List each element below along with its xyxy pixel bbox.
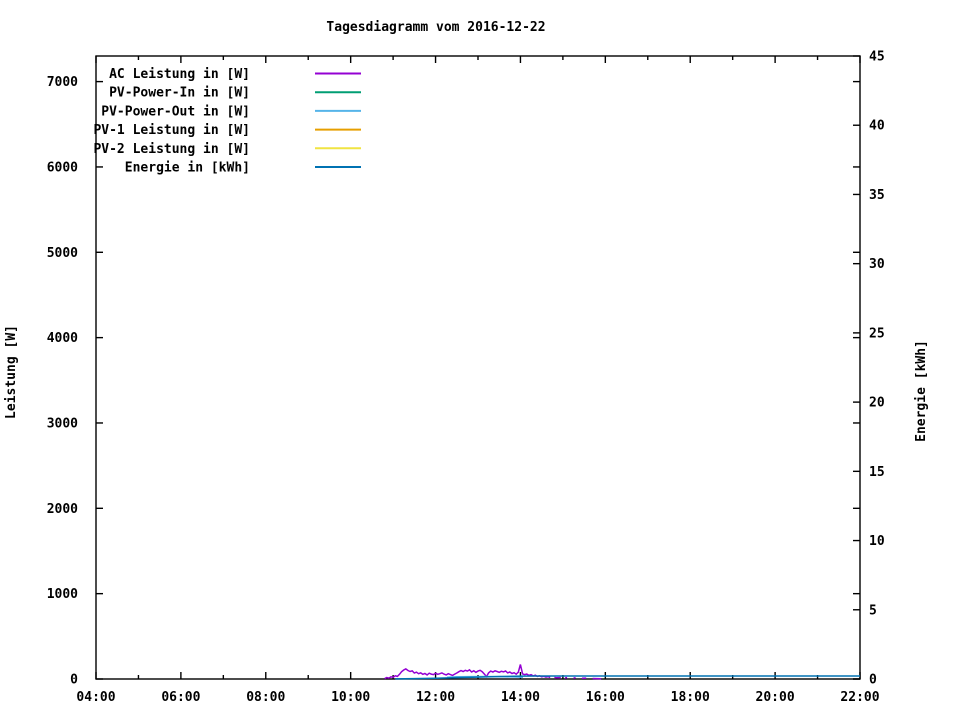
y-tick-label: 5000 <box>47 246 78 261</box>
x-tick-label: 14:00 <box>501 690 540 705</box>
x-tick-label: 16:00 <box>586 690 625 705</box>
legend-label: PV-1 Leistung in [W] <box>93 123 250 138</box>
y-tick-label: 3000 <box>47 416 78 431</box>
y-tick-label: 7000 <box>47 75 78 90</box>
y2-tick-label: 25 <box>869 326 885 341</box>
y2-tick-label: 5 <box>869 603 877 618</box>
legend-label: AC Leistung in [W] <box>109 67 250 82</box>
x-tick-label: 08:00 <box>246 690 285 705</box>
chart-page: 04:00 06:00 08:00 10:00 12:00 14:00 16:00 18:00… <box>0 0 960 720</box>
y-tick-label: 2000 <box>47 502 78 517</box>
y2-axis-label: Energie [kWh] <box>914 340 929 442</box>
y2-tick-label: 10 <box>869 534 885 549</box>
legend-label: Energie in [kWh] <box>125 161 250 176</box>
legend-label: PV-Power-In in [W] <box>109 86 250 101</box>
x-tick-label: 06:00 <box>161 690 200 705</box>
y-tick-label: 4000 <box>47 331 78 346</box>
y2-tick-label: 15 <box>869 465 885 480</box>
series-group <box>384 664 860 680</box>
legend: AC Leistung in [W] PV-Power-In in [W] PV-P… <box>93 67 361 176</box>
y2-tick-label: 45 <box>869 50 885 65</box>
tagesdiagramm-chart: 04:00 06:00 08:00 10:00 12:00 14:00 16:00 18:00… <box>4 20 929 705</box>
x-tick-label: 18:00 <box>671 690 710 705</box>
y2-tick-label: 35 <box>869 188 885 203</box>
legend-label: PV-Power-Out in [W] <box>101 104 250 119</box>
x-tick-label: 10:00 <box>331 690 370 705</box>
y-tick-label: 0 <box>70 673 78 688</box>
y2-tick-label: 0 <box>869 673 877 688</box>
x-tick-label: 22:00 <box>840 690 879 705</box>
chart-title: Tagesdiagramm vom 2016-12-22 <box>326 20 545 35</box>
y-tick-label: 1000 <box>47 587 78 602</box>
y2-tick-label: 20 <box>869 396 885 411</box>
y2-tick-label: 30 <box>869 257 885 272</box>
legend-label: PV-2 Leistung in [W] <box>93 142 250 157</box>
x-tick-label: 12:00 <box>416 690 455 705</box>
y-axis-label: Leistung [W] <box>4 325 19 419</box>
y-tick-label: 6000 <box>47 160 78 175</box>
x-tick-label: 04:00 <box>76 690 115 705</box>
y2-tick-label: 40 <box>869 119 885 134</box>
x-tick-label: 20:00 <box>756 690 795 705</box>
